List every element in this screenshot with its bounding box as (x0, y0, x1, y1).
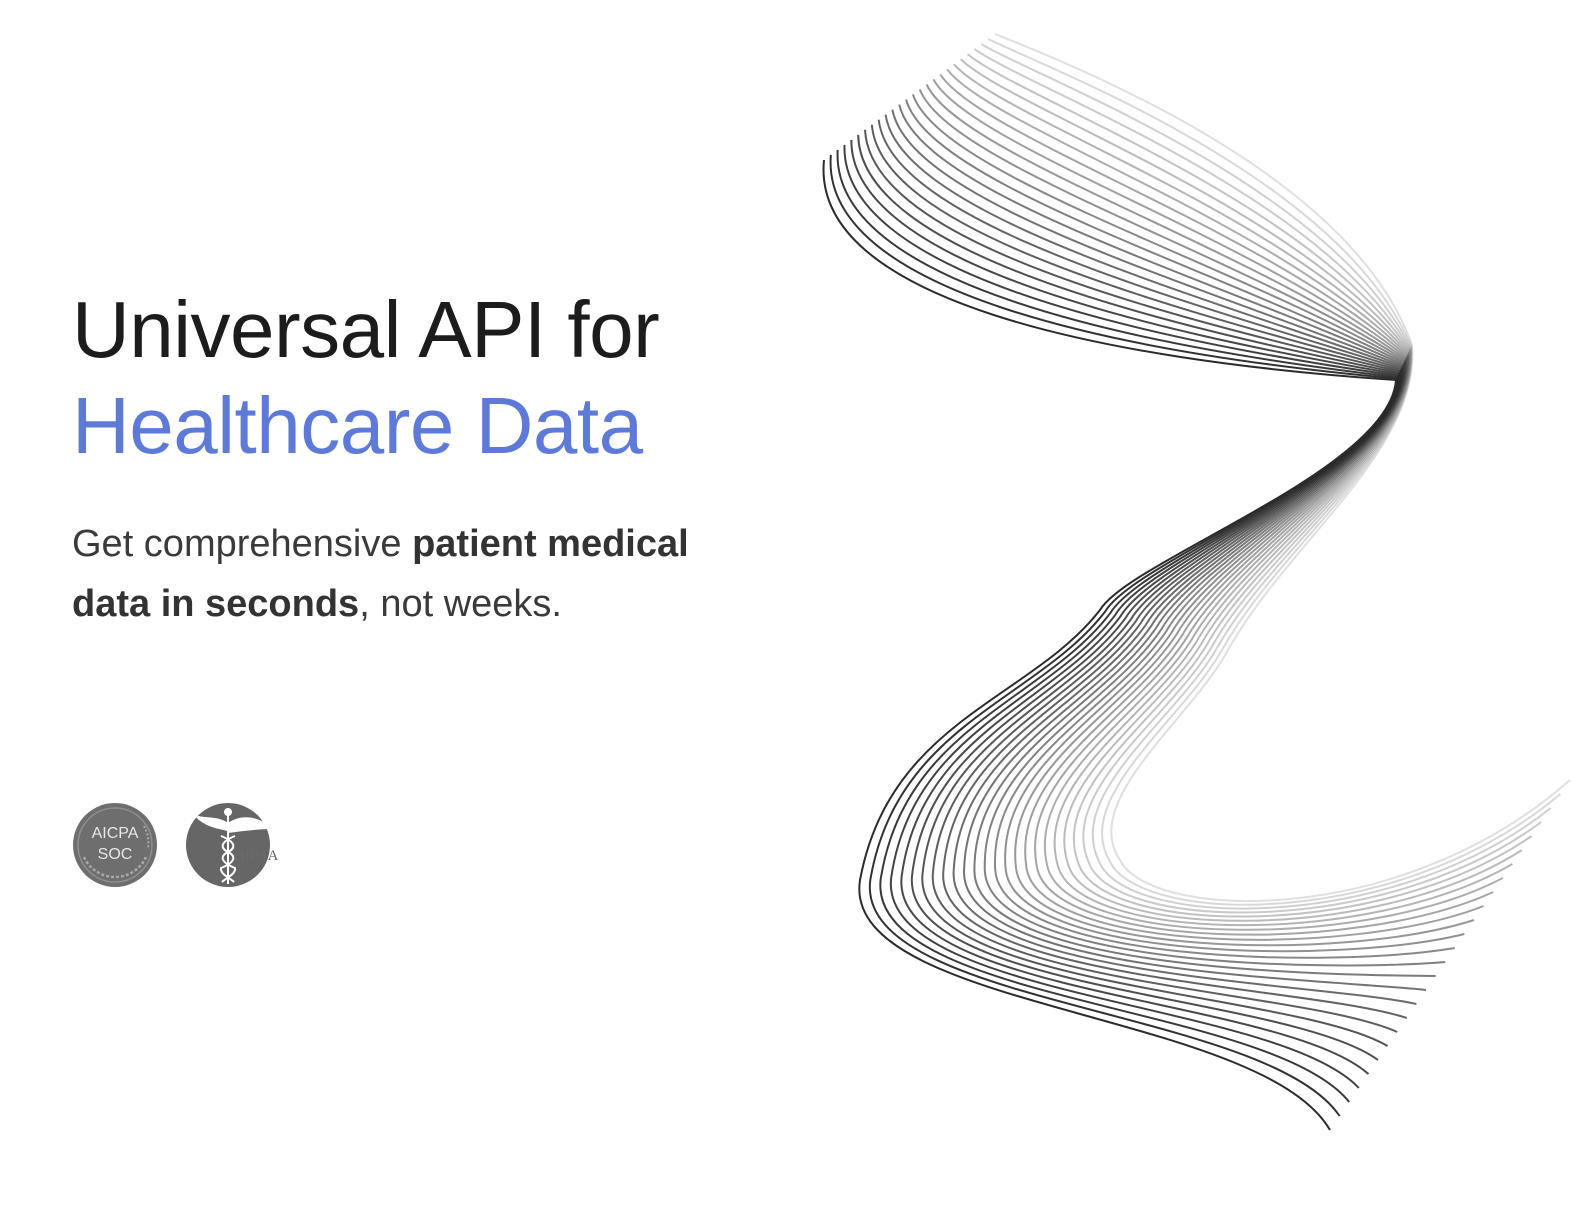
title-line-primary: Universal API for (72, 285, 660, 374)
wave-line (932, 78, 1484, 941)
wave-line (843, 144, 1399, 1089)
wave-line (864, 129, 1401, 1047)
soc-badge-line2: SOC (98, 846, 133, 863)
wave-line (939, 73, 1494, 936)
wave-line (870, 124, 1402, 1033)
wave-line (898, 104, 1436, 977)
wave-line (953, 63, 1513, 927)
wave-line (946, 68, 1504, 931)
wave-line (829, 154, 1398, 1117)
wave-line (905, 99, 1446, 967)
wave-line (891, 109, 1427, 991)
subtitle-prefix: Get comprehensive (72, 523, 413, 565)
subtitle-suffix: , not weeks. (359, 583, 562, 625)
wave-line (987, 38, 1562, 906)
wave-line (960, 58, 1523, 922)
wave-line (966, 53, 1533, 918)
hipaa-badge-label: HIPAA (234, 848, 279, 864)
wave-line (884, 114, 1417, 1005)
wave-line (850, 139, 1400, 1075)
wave-line (877, 119, 1408, 1019)
wave-line (911, 94, 1455, 959)
hipaa-badge: HIPAA (186, 803, 279, 887)
soc-badge-line1: AICPA (92, 825, 139, 842)
wave-line (973, 48, 1542, 914)
title-line-accent: Healthcare Data (72, 381, 643, 470)
wave-line (822, 159, 1398, 1131)
wave-line (925, 83, 1475, 947)
hero-subtitle: Get comprehensive patient medical data i… (72, 514, 772, 634)
wave-line (857, 134, 1401, 1061)
wave-line (980, 43, 1552, 910)
hero-section: Universal API for Healthcare Data Get co… (72, 282, 792, 625)
wave-line (994, 33, 1571, 903)
page-title: Universal API for Healthcare Data (72, 282, 792, 474)
wave-line (918, 89, 1465, 953)
wave-line (836, 149, 1399, 1103)
aicpa-soc-badge: AICPA SOC (73, 803, 157, 887)
